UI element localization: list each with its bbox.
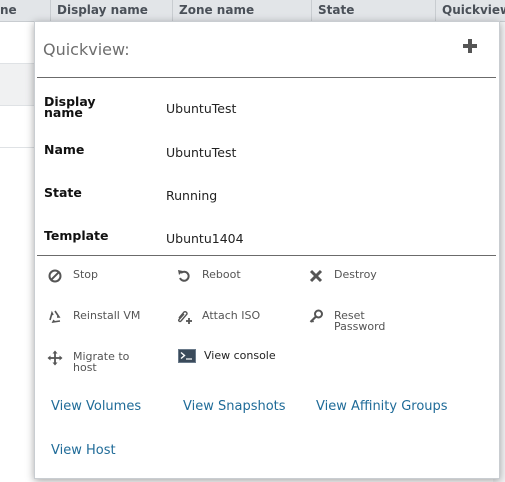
detail-label: Template (44, 228, 109, 243)
reboot-icon (176, 268, 192, 284)
reset-password-label: Reset Password (334, 309, 386, 333)
detail-row-state: State Running (44, 185, 484, 207)
column-header-state[interactable]: State (311, 0, 435, 22)
detail-value: Ubuntu1404 (166, 231, 244, 246)
reboot-label: Reboot (202, 268, 241, 281)
view-affinity-groups-link[interactable]: View Affinity Groups (316, 399, 448, 414)
migrate-to-host-button[interactable]: Migrate to host (47, 350, 167, 376)
attach-iso-button[interactable]: Attach ISO (176, 309, 296, 325)
detail-label: State (44, 185, 82, 200)
destroy-label: Destroy (334, 268, 377, 281)
view-snapshots-link[interactable]: View Snapshots (183, 399, 286, 414)
destroy-icon (308, 268, 324, 284)
paperclip-plus-icon (176, 309, 192, 325)
detail-row-name: Name UbuntuTest (44, 142, 484, 164)
view-console-button[interactable]: View console (178, 349, 298, 365)
attach-iso-label: Attach ISO (202, 309, 261, 322)
column-header-quickview[interactable]: Quickview (435, 0, 505, 22)
stop-icon (47, 268, 63, 284)
column-header-name[interactable]: ne (0, 0, 50, 22)
stop-label: Stop (73, 268, 99, 281)
recycle-icon (47, 309, 63, 325)
view-volumes-link[interactable]: View Volumes (51, 399, 141, 414)
view-host-link[interactable]: View Host (51, 443, 116, 458)
table-header: ne Display name Zone name State Quickvie… (0, 0, 505, 22)
view-console-label: View console (204, 349, 276, 362)
console-icon (178, 349, 196, 365)
reboot-button[interactable]: Reboot (176, 268, 296, 284)
reset-password-button[interactable]: Reset Password (308, 309, 438, 335)
quickview-title: Quickview: (43, 40, 130, 59)
stop-button[interactable]: Stop (47, 268, 167, 284)
detail-value: UbuntuTest (166, 145, 237, 160)
add-icon[interactable] (461, 37, 479, 55)
detail-value: UbuntuTest (166, 101, 237, 116)
divider (37, 255, 496, 256)
detail-value: Running (166, 188, 218, 203)
detail-row-template: Template Ubuntu1404 (44, 228, 484, 250)
key-icon (308, 309, 324, 325)
column-header-zone-name[interactable]: Zone name (172, 0, 311, 22)
detail-label: Display name (44, 94, 96, 120)
quickview-panel: Quickview: Display name UbuntuTest Name … (34, 21, 500, 479)
move-arrows-icon (47, 350, 63, 366)
column-header-display-name[interactable]: Display name (50, 0, 172, 22)
divider (37, 77, 496, 78)
detail-label: Name (44, 142, 85, 157)
detail-row-display-name: Display name UbuntuTest (44, 94, 484, 124)
reinstall-vm-label: Reinstall VM (73, 309, 141, 322)
destroy-button[interactable]: Destroy (308, 268, 438, 284)
reinstall-vm-button[interactable]: Reinstall VM (47, 309, 167, 325)
migrate-to-host-label: Migrate to host (73, 350, 130, 374)
